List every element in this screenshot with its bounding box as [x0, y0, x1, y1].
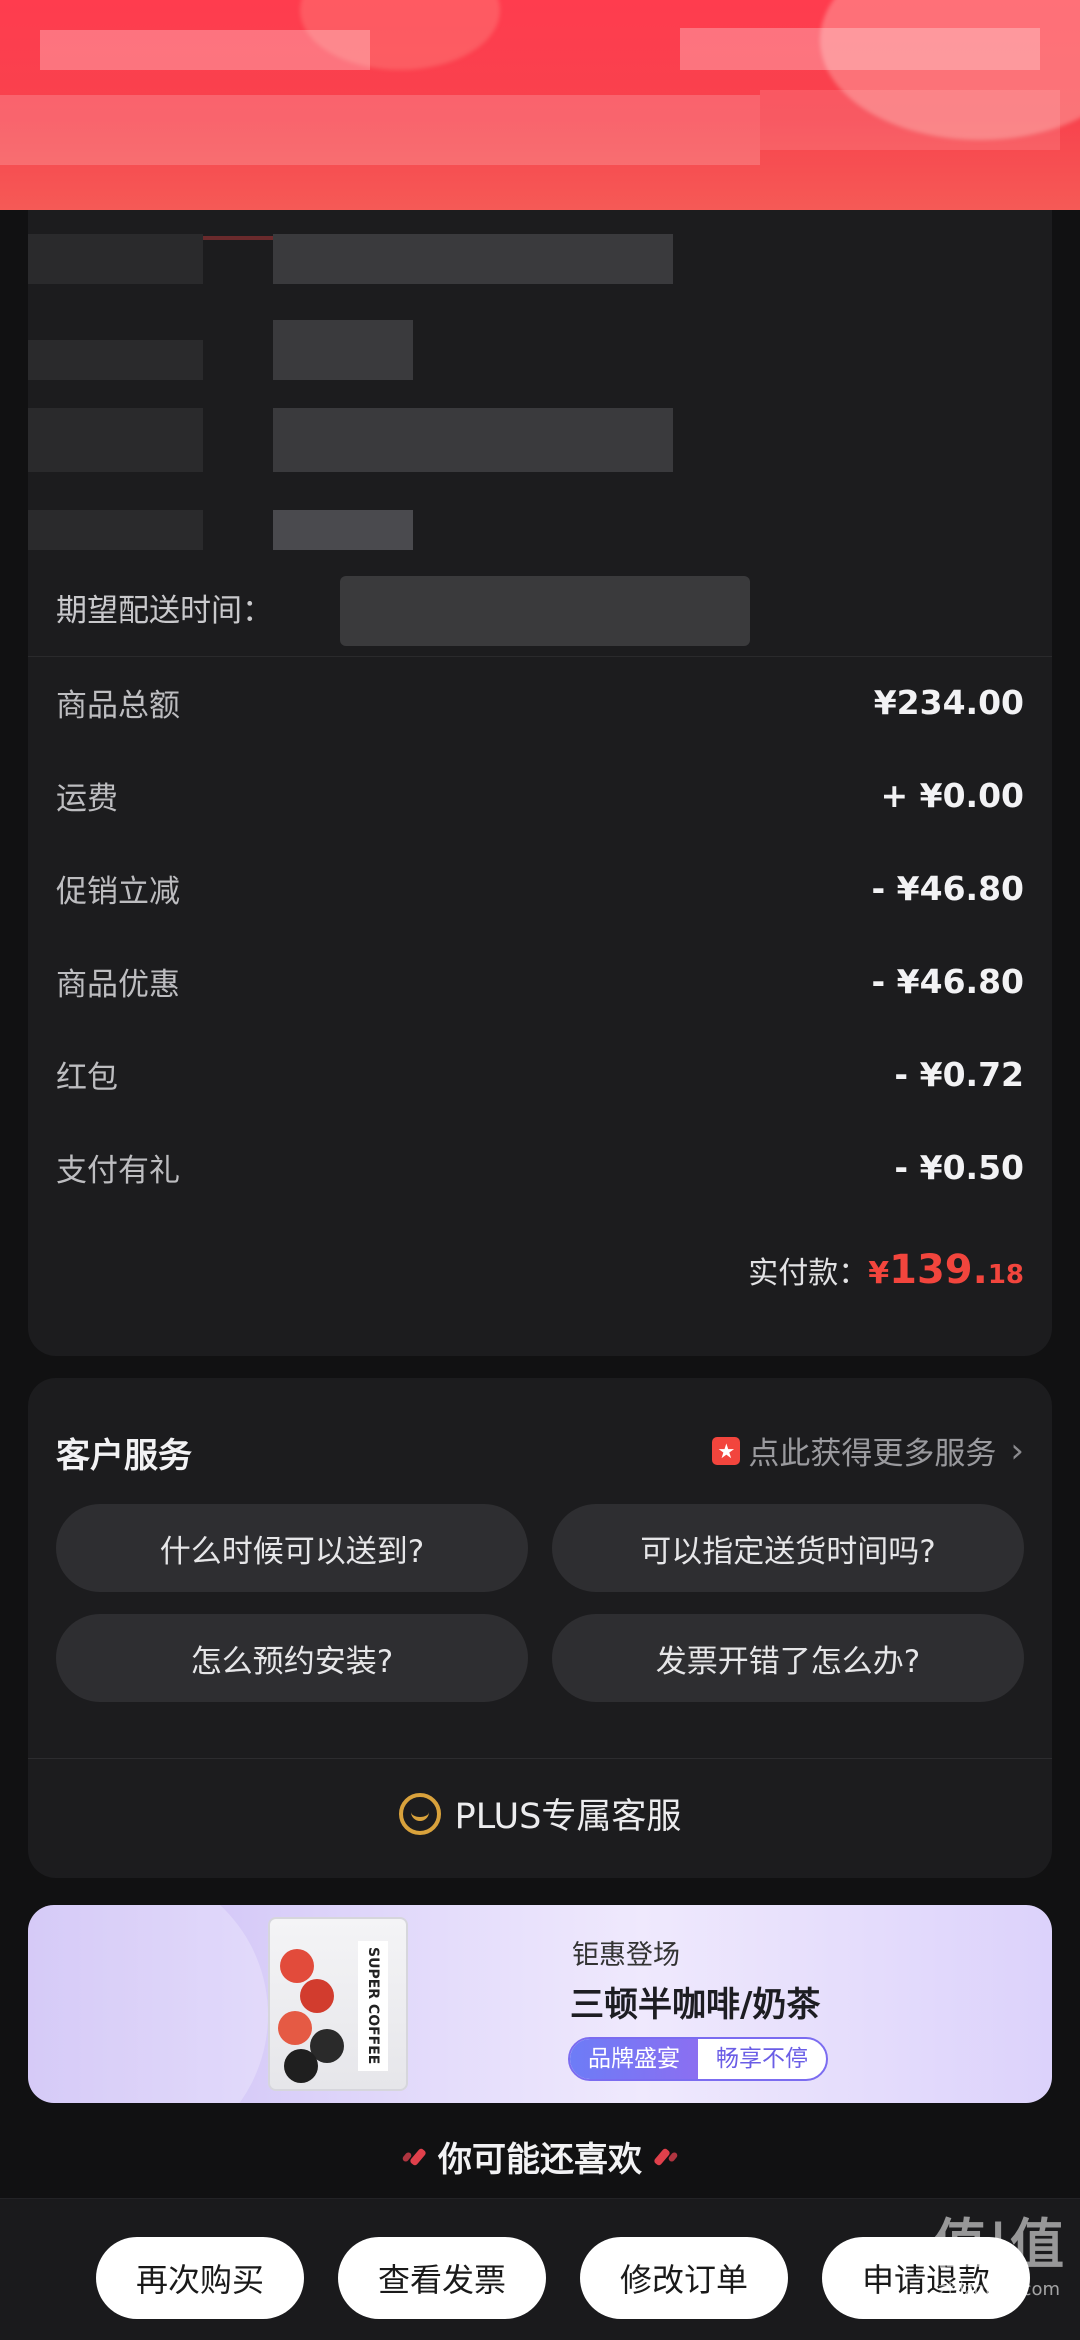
- price-value: - ¥46.80: [871, 868, 1024, 908]
- view-invoice-button[interactable]: 查看发票: [338, 2237, 546, 2319]
- blurred-status-subtext: [760, 90, 1060, 150]
- chat-bubble-icon: [398, 1792, 441, 1835]
- decoration-icon: [653, 2147, 679, 2166]
- banner-glow: [28, 1905, 268, 2103]
- capsule: [300, 1979, 334, 2013]
- customer-service-title: 客户服务: [56, 1436, 192, 1476]
- promo-subtitle: 钜惠登场: [572, 1940, 680, 1971]
- promo-banner[interactable]: SUPER COFFEE 钜惠登场 三顿半咖啡/奶茶 品牌盛宴 畅享不停: [28, 1905, 1052, 2103]
- faq-delivery-time-button[interactable]: 什么时候可以送到?: [56, 1504, 528, 1592]
- blurred-delivery-time: [340, 576, 750, 646]
- capsule: [278, 2011, 312, 2045]
- paid-currency: ¥: [868, 1256, 890, 1291]
- order-status-header: [0, 0, 1080, 210]
- blurred-label: [28, 408, 203, 472]
- price-value: - ¥0.50: [894, 1147, 1024, 1187]
- expected-delivery-label: 期望配送时间：: [56, 593, 273, 629]
- customer-service-card: 客户服务 ★ 点此获得更多服务 › 什么时候可以送到? 可以指定送货时间吗? 怎…: [28, 1378, 1052, 1878]
- more-services-link[interactable]: ★ 点此获得更多服务 ›: [712, 1428, 1024, 1473]
- price-row-subtotal: 商品总额 ¥234.00: [56, 672, 1024, 732]
- price-label: 商品总额: [56, 687, 180, 724]
- faq-installation-button[interactable]: 怎么预约安装?: [56, 1614, 528, 1702]
- blurred-label: [28, 234, 203, 284]
- blurred-label: [28, 510, 203, 550]
- plus-service-button[interactable]: PLUS专属客服: [28, 1788, 1052, 1839]
- price-label: 商品优惠: [56, 966, 180, 1003]
- more-services-label: 点此获得更多服务: [748, 1436, 997, 1472]
- modify-order-button[interactable]: 修改订单: [580, 2237, 788, 2319]
- price-row-red-packet: 红包 - ¥0.72: [56, 1044, 1024, 1104]
- blurred-label: [28, 340, 203, 380]
- star-badge-icon: ★: [712, 1436, 741, 1465]
- blurred-value: [273, 408, 673, 472]
- decoration-icon: [401, 2147, 427, 2166]
- rebuy-button[interactable]: 再次购买: [96, 2237, 304, 2319]
- paid-decimal: 18: [987, 1260, 1024, 1290]
- paid-integer: 139.: [889, 1247, 988, 1293]
- price-value: + ¥0.00: [880, 775, 1024, 815]
- paid-amount-row: 实付款： ¥139.18: [748, 1247, 1024, 1293]
- product-label: SUPER COFFEE: [358, 1941, 388, 2071]
- blurred-status-text: [680, 28, 1040, 70]
- paid-label: 实付款：: [748, 1256, 869, 1291]
- faq-invoice-error-button[interactable]: 发票开错了怎么办?: [552, 1614, 1024, 1702]
- price-label: 促销立减: [56, 873, 180, 910]
- blurred-status-subtext: [0, 95, 760, 165]
- divider: [28, 1758, 1052, 1759]
- faq-schedule-delivery-button[interactable]: 可以指定送货时间吗?: [552, 1504, 1024, 1592]
- recommend-title: 你可能还喜欢: [438, 2140, 642, 2180]
- promo-pill-left: 品牌盛宴: [570, 2039, 698, 2079]
- promo-title: 三顿半咖啡/奶茶: [570, 1985, 821, 2025]
- price-label: 支付有礼: [56, 1152, 180, 1189]
- price-label: 红包: [56, 1059, 118, 1096]
- paid-amount: ¥139.18: [868, 1247, 1024, 1293]
- price-row-shipping: 运费 + ¥0.00: [56, 765, 1024, 825]
- price-row-discount: 商品优惠 - ¥46.80: [56, 951, 1024, 1011]
- chevron-right-icon: ›: [1010, 1430, 1024, 1471]
- coffee-product-image: SUPER COFFEE: [268, 1917, 408, 2091]
- watermark-logo: 值|值: [932, 2213, 1066, 2276]
- capsule: [280, 1949, 314, 1983]
- plus-service-label: PLUS专属客服: [454, 1797, 682, 1837]
- blurred-value: [273, 234, 673, 284]
- price-summary-card: 商品总额 ¥234.00 运费 + ¥0.00 促销立减 - ¥46.80 商品…: [28, 656, 1052, 1356]
- price-label: 运费: [56, 780, 118, 817]
- blurred-value: [273, 510, 413, 550]
- blurred-value: [273, 320, 413, 380]
- site-watermark: 值|值 zhizhizhi.com: [932, 2200, 1066, 2300]
- promo-pill: 品牌盛宴 畅享不停: [568, 2037, 828, 2081]
- blurred-status-text: [40, 30, 370, 70]
- bottom-action-bar: 再次购买 查看发票 修改订单 申请退款: [0, 2198, 1080, 2340]
- recommend-header: 你可能还喜欢: [0, 2132, 1080, 2181]
- price-value: ¥234.00: [873, 682, 1024, 722]
- capsule: [284, 2049, 318, 2083]
- price-value: - ¥46.80: [871, 961, 1024, 1001]
- watermark-site: zhizhizhi.com: [938, 2279, 1060, 2300]
- price-row-promo: 促销立减 - ¥46.80: [56, 858, 1024, 918]
- promo-pill-right: 畅享不停: [716, 2046, 808, 2072]
- price-value: - ¥0.72: [894, 1054, 1024, 1094]
- price-row-payment-gift: 支付有礼 - ¥0.50: [56, 1137, 1024, 1197]
